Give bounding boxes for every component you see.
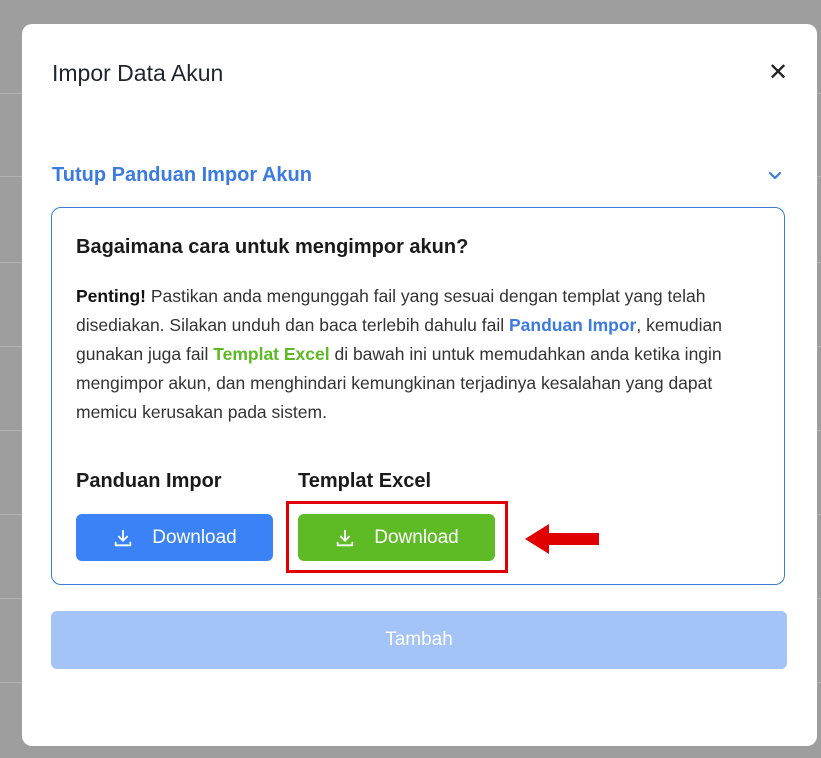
- arrow-left-icon: [525, 524, 599, 554]
- guide-file-link: Panduan Impor: [508, 315, 637, 335]
- import-modal: Impor Data Akun ✕ Tutup Panduan Impor Ak…: [22, 24, 817, 746]
- guide-important-label: Penting!: [76, 286, 146, 306]
- guide-text: Penting! Pastikan anda mengunggah fail y…: [76, 282, 756, 427]
- modal-title: Impor Data Akun: [52, 60, 224, 86]
- template-download-label: Templat Excel: [298, 470, 432, 492]
- close-icon[interactable]: ✕: [765, 60, 791, 86]
- chevron-down-icon: [768, 171, 782, 180]
- highlight-annotation-box: [286, 501, 508, 573]
- download-guide-label: Download: [152, 526, 237, 548]
- template-file-link: Templat Excel: [213, 344, 330, 364]
- guide-toggle-label: Tutup Panduan Impor Akun: [52, 163, 312, 186]
- download-guide-button[interactable]: Download: [76, 514, 273, 561]
- guide-toggle[interactable]: Tutup Panduan Impor Akun: [52, 160, 787, 190]
- guide-download-label: Panduan Impor: [76, 470, 222, 492]
- download-icon: [115, 529, 132, 546]
- guide-heading: Bagaimana cara untuk mengimpor akun?: [76, 236, 469, 258]
- add-button[interactable]: Tambah: [51, 611, 787, 669]
